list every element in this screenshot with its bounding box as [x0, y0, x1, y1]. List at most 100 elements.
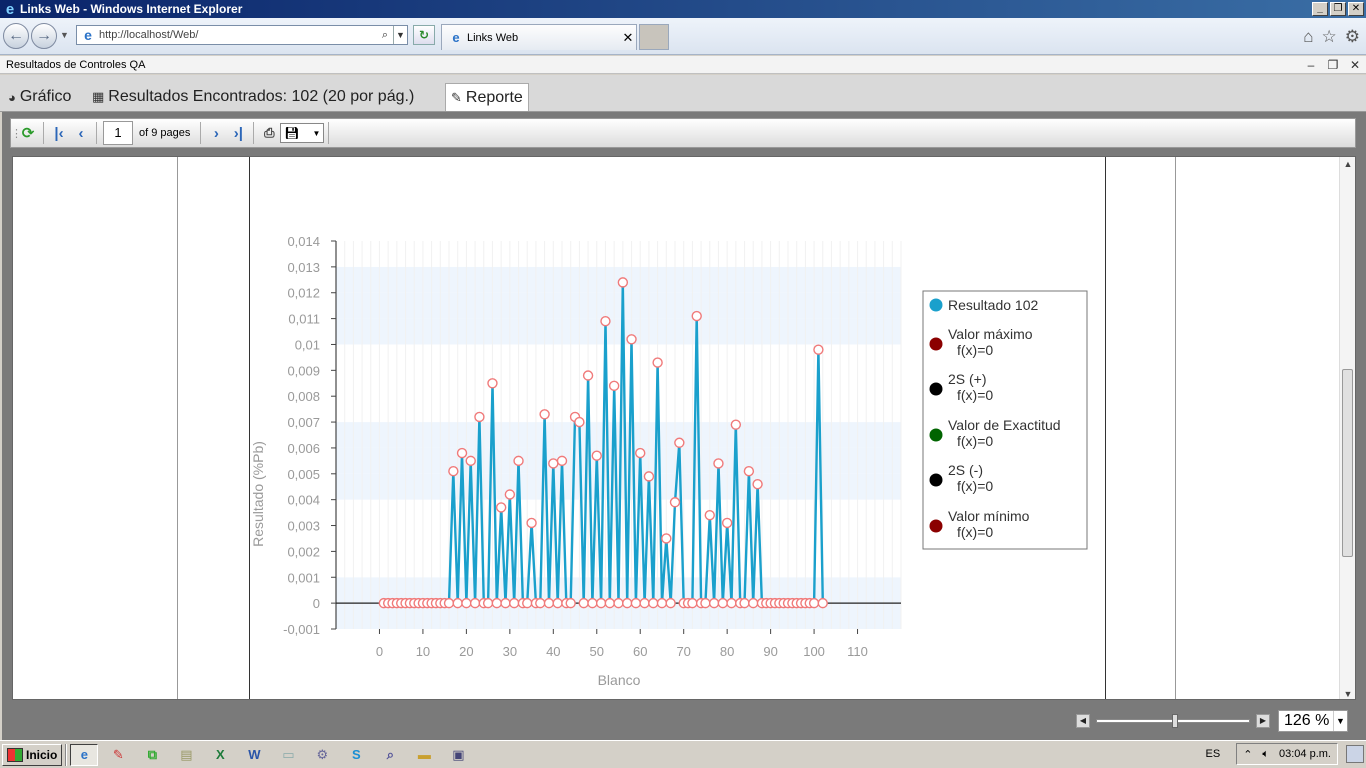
- previous-page-button[interactable]: ‹: [70, 125, 92, 142]
- x-tick-label: 60: [633, 644, 647, 659]
- close-tab-icon[interactable]: ✕: [620, 30, 636, 46]
- data-point: [704, 509, 715, 521]
- grid-icon: ▦: [92, 89, 105, 104]
- tab-resultados[interactable]: ▦ Resultados Encontrados: 102 (20 por pá…: [92, 83, 414, 111]
- data-point: [548, 458, 559, 469]
- volume-icon[interactable]: 🔈︎: [1262, 748, 1269, 761]
- window-titlebar: e Links Web - Windows Internet Explorer …: [0, 0, 1366, 18]
- restore-button[interactable]: ❐: [1330, 2, 1346, 16]
- scroll-up-icon[interactable]: ▲: [1340, 159, 1355, 169]
- page-minimize-icon[interactable]: –: [1300, 58, 1322, 72]
- data-point: [456, 447, 468, 459]
- data-point: [639, 597, 650, 609]
- scroll-thumb[interactable]: [1342, 369, 1353, 557]
- show-desktop-icon[interactable]: [1346, 745, 1364, 763]
- taskbar-paint-icon[interactable]: ✎: [104, 744, 132, 766]
- data-point: [604, 597, 616, 609]
- taskbar-window-icon[interactable]: ▭: [274, 744, 302, 766]
- data-point: [591, 450, 602, 461]
- page-count-label: of 9 pages: [139, 127, 191, 139]
- taskbar-excel-icon[interactable]: X: [206, 744, 234, 766]
- data-point: [717, 597, 729, 609]
- clock[interactable]: 03:04 p.m.: [1279, 748, 1331, 760]
- taskbar-settings-icon[interactable]: ⚙: [308, 744, 336, 766]
- zoom-out-button[interactable]: ◀: [1076, 714, 1090, 728]
- legend-label: Resultado 102: [948, 297, 1039, 313]
- chevron-down-icon: ▼: [312, 128, 321, 138]
- minimize-button[interactable]: _: [1312, 2, 1328, 16]
- page-close-icon[interactable]: ✕: [1344, 58, 1366, 72]
- new-tab-button[interactable]: [639, 24, 669, 50]
- x-tick-label: 90: [763, 644, 777, 659]
- data-point: [522, 597, 533, 609]
- taskbar-skype-icon[interactable]: S: [342, 744, 370, 766]
- zoom-slider-knob[interactable]: [1172, 714, 1178, 728]
- next-page-button[interactable]: ›: [205, 125, 227, 142]
- taskbar-word-icon[interactable]: W: [240, 744, 268, 766]
- legend-marker: [929, 519, 943, 533]
- history-dropdown[interactable]: ▼: [60, 30, 69, 40]
- tab-reporte[interactable]: ✎ Reporte: [445, 83, 529, 111]
- report-icon: ✎: [451, 89, 462, 105]
- home-icon[interactable]: ⌂: [1303, 27, 1313, 47]
- start-button[interactable]: Inicio: [2, 743, 63, 766]
- browser-tab-title: Links Web: [467, 31, 519, 44]
- data-point: [487, 378, 498, 389]
- data-point: [595, 597, 607, 609]
- address-dropdown-button[interactable]: ▼: [393, 26, 407, 44]
- vertical-scrollbar[interactable]: ▲ ▼: [1339, 157, 1355, 699]
- taskbar-search-icon[interactable]: ⌕: [376, 744, 404, 766]
- zoom-in-button[interactable]: ▶: [1256, 714, 1270, 728]
- close-button[interactable]: ✕: [1348, 2, 1364, 16]
- tools-gear-icon[interactable]: ⚙: [1345, 27, 1360, 47]
- first-page-button[interactable]: |‹: [48, 125, 70, 142]
- data-point: [626, 334, 637, 345]
- data-point: [630, 597, 642, 609]
- y-tick-label: 0,005: [287, 467, 320, 482]
- start-label: Inicio: [26, 747, 58, 762]
- taskbar-folder-icon[interactable]: ▬: [410, 744, 438, 766]
- x-tick-label: 40: [546, 644, 560, 659]
- data-point: [739, 597, 750, 609]
- scroll-down-icon[interactable]: ▼: [1340, 689, 1355, 699]
- refresh-report-button[interactable]: ⟳: [17, 124, 39, 142]
- chevron-down-icon[interactable]: ▼: [1333, 711, 1347, 731]
- language-indicator[interactable]: ES: [1206, 748, 1221, 760]
- tab-resultados-label: Resultados Encontrados: 102 (20 por pág.…: [108, 88, 415, 105]
- data-point: [461, 597, 472, 609]
- data-point: [813, 344, 824, 355]
- data-point: [452, 597, 463, 609]
- search-icon[interactable]: ⌕: [377, 29, 393, 42]
- browser-tab[interactable]: e Links Web ✕: [441, 24, 637, 50]
- toolbar-separator: [200, 122, 202, 144]
- x-tick-label: 70: [676, 644, 690, 659]
- address-url[interactable]: http://localhost/Web/: [99, 29, 377, 41]
- x-tick-label: 10: [416, 644, 430, 659]
- back-button[interactable]: ←: [3, 23, 29, 49]
- refresh-button[interactable]: ↻: [413, 25, 435, 45]
- page-number-input[interactable]: 1: [103, 121, 133, 145]
- windows-logo-icon: [7, 747, 23, 762]
- taskbar-ie-icon[interactable]: e: [70, 743, 99, 766]
- tab-grafico[interactable]: ◕ Gráfico: [8, 83, 71, 111]
- data-point: [443, 597, 455, 609]
- data-point: [691, 310, 702, 322]
- zoom-level-select[interactable]: 126 % ▼: [1278, 710, 1348, 732]
- forward-button[interactable]: →: [31, 23, 57, 49]
- taskbar-network-icon[interactable]: ⧉: [138, 744, 166, 766]
- last-page-button[interactable]: ›|: [227, 125, 249, 142]
- show-hidden-icons-icon[interactable]: ⌃: [1243, 748, 1252, 761]
- page-restore-icon[interactable]: ❐: [1322, 58, 1344, 72]
- print-button[interactable]: ⎙: [258, 125, 280, 141]
- zoom-slider[interactable]: [1092, 714, 1254, 728]
- address-bar[interactable]: e http://localhost/Web/ ⌕ ▼: [76, 25, 408, 45]
- data-point: [448, 466, 459, 477]
- favorites-star-icon[interactable]: ☆: [1322, 27, 1337, 47]
- chart-band: [336, 292, 901, 319]
- taskbar-notepad-icon[interactable]: ▤: [172, 744, 200, 766]
- y-tick-label: 0,002: [287, 544, 320, 559]
- taskbar: Inicio e ✎ ⧉ ▤ X W ▭ ⚙ S ⌕ ▬ ▣ ES ⌃ 🔈︎ 0…: [0, 740, 1366, 768]
- export-dropdown[interactable]: 💾︎ ▼: [280, 123, 325, 143]
- taskbar-monitor-icon[interactable]: ▣: [444, 744, 472, 766]
- y-tick-label: 0,012: [287, 286, 320, 301]
